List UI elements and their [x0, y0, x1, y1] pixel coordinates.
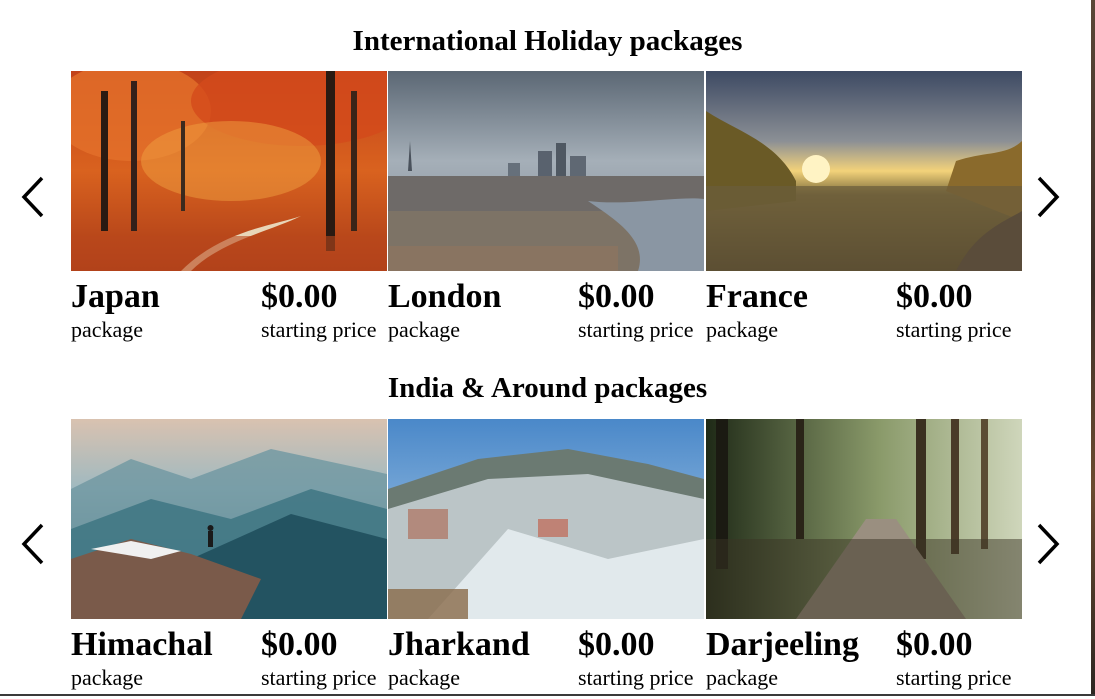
package-label: package — [388, 317, 461, 342]
package-price: $0.00 — [261, 278, 338, 315]
international-next-button[interactable] — [1033, 174, 1063, 220]
snowy-hill-town-photo — [388, 419, 704, 619]
misty-mountains-photo — [71, 419, 387, 619]
chevron-left-icon — [21, 523, 44, 565]
package-label: package — [71, 317, 144, 342]
price-label: starting price — [261, 317, 377, 342]
london-skyline-photo — [388, 71, 704, 271]
india-next-button[interactable] — [1033, 521, 1063, 567]
river-sunset-photo — [706, 71, 1022, 271]
package-card-darjeeling[interactable]: Darjeeling package $0.00 starting price — [706, 419, 1022, 699]
package-price: $0.00 — [578, 278, 655, 315]
price-label: starting price — [578, 317, 694, 342]
package-price: $0.00 — [578, 626, 655, 663]
india-prev-button[interactable] — [18, 521, 48, 567]
international-section-title: International Holiday packages — [352, 25, 743, 57]
package-name: Himachal — [71, 626, 213, 663]
price-label: starting price — [896, 665, 1012, 690]
jharkand-image — [388, 419, 704, 619]
chevron-right-icon — [1037, 523, 1060, 565]
package-price: $0.00 — [896, 626, 973, 663]
london-image — [388, 71, 704, 271]
package-name: Japan — [71, 278, 160, 315]
package-card-france[interactable]: France package $0.00 starting price — [706, 71, 1022, 351]
package-card-london[interactable]: London package $0.00 starting price — [388, 71, 704, 351]
france-image — [706, 71, 1022, 271]
package-label: package — [706, 317, 779, 342]
price-label: starting price — [896, 317, 1012, 342]
himachal-image — [71, 419, 387, 619]
package-label: package — [706, 665, 779, 690]
package-name: Darjeeling — [706, 626, 859, 663]
package-name: Jharkand — [388, 626, 530, 663]
forest-path-photo — [706, 419, 1022, 619]
package-price: $0.00 — [261, 626, 338, 663]
package-name: France — [706, 278, 808, 315]
package-name: London — [388, 278, 502, 315]
package-card-japan[interactable]: Japan package $0.00 starting price — [71, 71, 387, 351]
india-section-title: India & Around packages — [387, 372, 708, 404]
package-card-jharkand[interactable]: Jharkand package $0.00 starting price — [388, 419, 704, 699]
international-prev-button[interactable] — [18, 174, 48, 220]
package-label: package — [388, 665, 461, 690]
darjeeling-image — [706, 419, 1022, 619]
package-card-himachal[interactable]: Himachal package $0.00 starting price — [71, 419, 387, 699]
package-price: $0.00 — [896, 278, 973, 315]
autumn-forest-photo — [71, 71, 387, 271]
package-label: package — [71, 665, 144, 690]
japan-image — [71, 71, 387, 271]
chevron-right-icon — [1037, 176, 1060, 218]
price-label: starting price — [578, 665, 694, 690]
price-label: starting price — [261, 665, 377, 690]
chevron-left-icon — [21, 176, 44, 218]
window-edge — [1091, 0, 1095, 696]
